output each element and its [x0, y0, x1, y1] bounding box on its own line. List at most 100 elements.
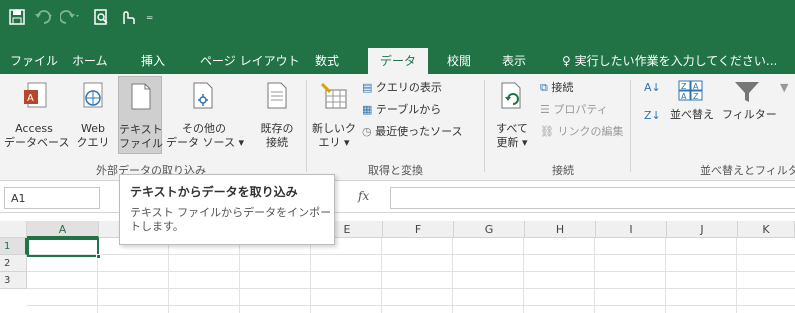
from-table-label: テーブルから	[375, 103, 442, 116]
existing-label-2: 接続	[266, 136, 288, 149]
edit-links-label: リンクの編集	[557, 125, 624, 138]
svg-text:A: A	[27, 93, 34, 104]
svg-text:A: A	[693, 82, 699, 91]
connections-button[interactable]: ⧉ 接続	[540, 80, 573, 96]
refresh-all-button[interactable]: すべて 更新 ▾	[490, 78, 534, 154]
access-icon: A	[24, 82, 47, 108]
tab-file[interactable]: ファイル	[10, 52, 58, 69]
screentip-title: テキストからデータを取り込み	[130, 185, 298, 199]
sort-descending-icon[interactable]: Z↓	[644, 108, 661, 124]
group-label-transform: 取得と変換	[368, 164, 423, 177]
new-query-button[interactable]: 新しいク エリ ▾	[312, 78, 356, 154]
web-label-1: Web	[81, 122, 105, 135]
from-table-button[interactable]: ▦ テーブルから	[362, 102, 441, 118]
other-label-2: データ ソース ▾	[166, 136, 244, 149]
group-label-connections: 接続	[552, 164, 574, 177]
group-separator	[484, 80, 485, 172]
connections-label: 接続	[551, 81, 574, 94]
access-label-1: Access	[15, 122, 53, 135]
show-queries-label: クエリの表示	[375, 81, 442, 94]
column-header[interactable]: K	[738, 221, 795, 238]
refresh-label-1: すべて	[496, 122, 528, 135]
web-query-button[interactable]: Web クエリ	[68, 78, 118, 154]
screentip: テキストからデータを取り込み テキスト ファイルからデータをインポー トします。	[119, 174, 335, 245]
touch-mode-icon[interactable]	[118, 8, 138, 32]
lightbulb-icon: ♀	[562, 54, 575, 68]
print-preview-icon[interactable]	[92, 8, 110, 32]
column-header[interactable]: F	[383, 221, 454, 238]
row-header[interactable]: 2	[0, 255, 27, 272]
customize-qat-icon[interactable]: ₌	[146, 8, 153, 32]
cell-grid[interactable]	[27, 238, 795, 313]
sort-button[interactable]: ZAAZ 並べ替え	[670, 78, 714, 138]
funnel-icon	[735, 82, 759, 102]
tab-data[interactable]: データ	[368, 48, 429, 74]
recent-sources-button[interactable]: ◷ 最近使ったソース	[362, 124, 463, 140]
save-icon[interactable]	[8, 8, 26, 32]
refresh-label-2: 更新 ▾	[496, 136, 528, 149]
tab-review[interactable]: 校閲	[447, 52, 471, 69]
other-sources-icon	[193, 82, 213, 109]
screentip-desc-1: テキスト ファイルからデータをインポー	[130, 206, 332, 219]
properties-label: プロパティ	[553, 103, 608, 116]
tell-me-label: 実行したい作業を入力してください...	[574, 54, 778, 68]
globe-document-icon	[83, 82, 103, 108]
existing-label-1: 既存の	[260, 122, 294, 135]
text-file-icon	[131, 83, 151, 110]
tab-insert[interactable]: 挿入	[141, 52, 165, 69]
undo-icon[interactable]	[34, 8, 56, 32]
svg-text:A: A	[681, 92, 687, 101]
edit-links-button: ⛓ リンクの編集	[540, 124, 623, 140]
fill-handle[interactable]	[96, 254, 101, 259]
refresh-icon	[501, 82, 521, 109]
sort-dialog-icon: Z AA Z	[678, 80, 703, 101]
name-box[interactable]: A1	[4, 187, 100, 209]
tab-view[interactable]: 表示	[502, 52, 526, 69]
text-label-2: ファイル	[119, 137, 163, 150]
filter-button[interactable]: フィルター	[722, 78, 777, 138]
column-header[interactable]: I	[596, 221, 667, 238]
column-header[interactable]: A	[27, 221, 99, 238]
fx-icon[interactable]: fx	[358, 189, 369, 203]
connections-icon: ⧉	[540, 81, 552, 94]
table-icon: ▦	[362, 103, 376, 116]
new-query-icon	[320, 82, 347, 109]
tab-formulas[interactable]: 数式	[315, 52, 339, 69]
show-queries-button[interactable]: ▤ クエリの表示	[362, 80, 442, 96]
edit-links-icon: ⛓	[540, 125, 558, 138]
new-query-label-2: エリ ▾	[318, 136, 350, 149]
svg-text:Z: Z	[693, 92, 699, 101]
column-header[interactable]: G	[454, 221, 525, 238]
title-bar: ₌	[0, 0, 795, 44]
clear-filter-icon[interactable]: ▼	[780, 80, 788, 96]
access-database-button[interactable]: A Access データベース	[4, 78, 70, 154]
filter-label: フィルター	[722, 108, 777, 121]
tab-page-layout[interactable]: ページ レイアウト	[200, 52, 300, 69]
column-header[interactable]: J	[667, 221, 738, 238]
recent-sources-label: 最近使ったソース	[375, 125, 463, 138]
select-all-corner[interactable]	[0, 221, 27, 238]
queries-icon: ▤	[362, 81, 376, 94]
tell-me-box[interactable]: ♀ 実行したい作業を入力してください...	[562, 52, 777, 69]
other-label-1: その他の	[182, 122, 226, 135]
sort-ascending-icon[interactable]: A↓	[644, 80, 661, 96]
svg-text:Z: Z	[681, 82, 687, 91]
column-header[interactable]: H	[525, 221, 596, 238]
row-header[interactable]: 3	[0, 272, 27, 289]
ribbon-tabs: ファイル ホーム 挿入 ページ レイアウト 数式 データ 校閲 表示 ♀ 実行し…	[0, 44, 795, 74]
group-label-sort-filter: 並べ替えとフィルタ	[700, 164, 795, 177]
formula-input[interactable]	[390, 187, 795, 209]
access-label-2: データベース	[4, 136, 70, 149]
existing-connections-button[interactable]: 既存の 接続	[252, 78, 302, 154]
other-sources-button[interactable]: その他の データ ソース ▾	[166, 78, 244, 154]
sort-label: 並べ替え	[670, 108, 714, 121]
row-header[interactable]: 1	[0, 238, 27, 255]
web-label-2: クエリ	[76, 136, 110, 149]
active-cell-a1[interactable]	[27, 238, 101, 259]
tab-home[interactable]: ホーム	[72, 52, 108, 69]
properties-icon: ☰	[540, 103, 554, 116]
redo-icon[interactable]	[60, 8, 82, 32]
existing-connections-icon	[267, 82, 287, 109]
group-separator	[630, 80, 631, 172]
from-text-button[interactable]: テキスト ファイル	[118, 76, 163, 154]
